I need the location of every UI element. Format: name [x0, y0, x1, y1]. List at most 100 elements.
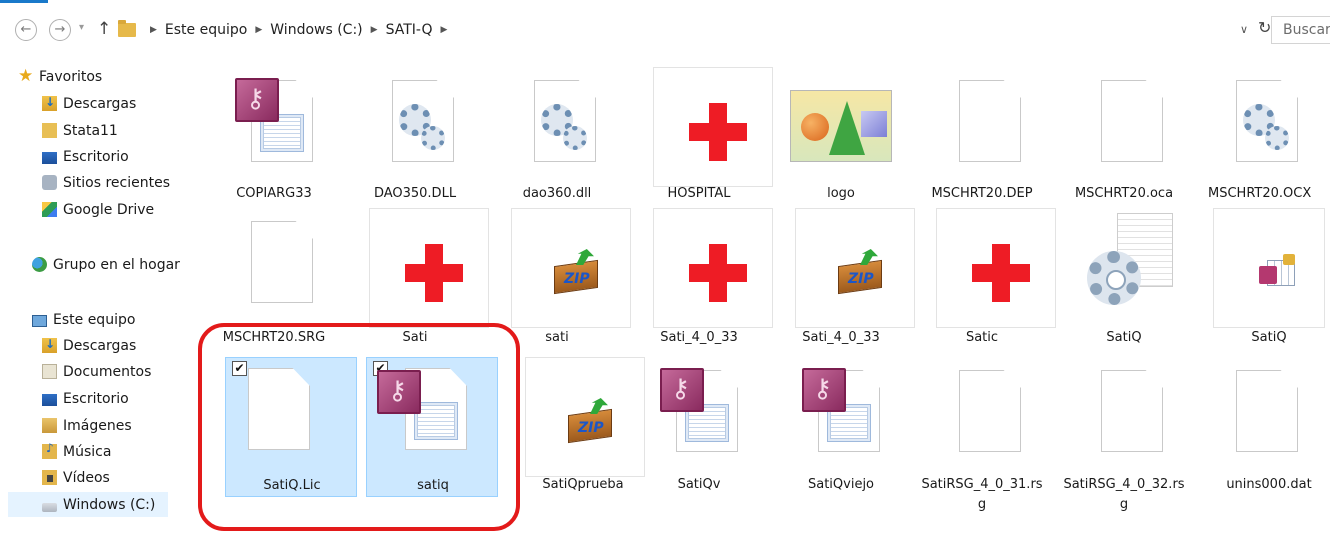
sidebar-item-videos[interactable]: Vídeos: [42, 465, 110, 490]
sidebar-item-windows-c[interactable]: Windows (C:): [8, 492, 168, 517]
blank-file-icon: [959, 370, 1021, 452]
file-item[interactable]: ZIP sati: [486, 203, 631, 345]
ribbon-tab-accent[interactable]: [0, 0, 48, 3]
file-item[interactable]: ⚷ SatiQv: [628, 352, 770, 492]
file-name: Sati_4_0_33: [660, 330, 738, 345]
red-cross-icon: [689, 244, 747, 302]
breadcrumb-item[interactable]: Windows (C:): [270, 22, 362, 38]
file-name: sati: [545, 330, 569, 345]
sidebar-item-descargas-pc[interactable]: Descargas: [42, 333, 136, 358]
file-item[interactable]: SatiQ: [1053, 203, 1195, 345]
thumbnail-frame: ZIP: [525, 357, 645, 477]
cone-shape: [829, 101, 865, 155]
chevron-down-icon[interactable]: ∨: [1240, 23, 1248, 36]
sidebar-item-stata11[interactable]: Stata11: [42, 118, 118, 143]
drive-icon: [42, 503, 57, 512]
refresh-icon[interactable]: ↻: [1258, 18, 1271, 37]
checkbox[interactable]: ✔: [232, 361, 247, 376]
file-name: DAO350.DLL: [373, 186, 457, 201]
blank-file-icon: [1101, 80, 1163, 162]
back-arrow-icon[interactable]: ←: [15, 19, 37, 41]
blank-file-icon: [1101, 370, 1163, 452]
sidebar-item-descargas[interactable]: Descargas: [42, 91, 136, 116]
recent-locations-chevron-icon[interactable]: ▾: [79, 22, 84, 33]
file-item[interactable]: Satic: [911, 203, 1056, 345]
sidebar-item-label: Windows (C:): [63, 496, 156, 513]
sidebar-item-este-equipo[interactable]: Este equipo: [32, 307, 135, 332]
file-name: Satic: [965, 330, 999, 345]
sidebar-item-label: Descargas: [63, 337, 137, 354]
address-bar: ← → ▾ ↑ ▶ Este equipo ▶ Windows (C:) ▶ S…: [0, 14, 1330, 48]
sidebar-item-documentos[interactable]: Documentos: [42, 359, 151, 384]
file-item[interactable]: HOSPITAL: [628, 62, 773, 202]
file-item[interactable]: Sati: [344, 203, 489, 345]
sidebar-item-google-drive[interactable]: Google Drive: [42, 197, 154, 222]
chevron-right-icon[interactable]: ▶: [371, 25, 378, 35]
file-item[interactable]: dao360.dll: [486, 62, 628, 202]
google-drive-icon: [42, 202, 57, 217]
file-name: logo: [827, 186, 855, 201]
red-cross-icon: [689, 103, 747, 161]
file-item[interactable]: MSCHRT20.SRG: [203, 203, 345, 345]
file-item[interactable]: SatiQ: [1188, 203, 1330, 345]
thumbnail-frame: ZIP: [795, 208, 915, 328]
blank-file-icon: [251, 221, 313, 303]
zip-archive-icon: ZIP: [836, 249, 886, 295]
sidebar-item-imagenes[interactable]: Imágenes: [42, 413, 132, 438]
sidebar-item-escritorio[interactable]: Escritorio: [42, 144, 129, 169]
ribbon-strip: [0, 0, 1330, 7]
file-item[interactable]: ⚷ SatiQviejo: [770, 352, 912, 492]
file-name: HOSPITAL: [667, 186, 731, 201]
file-item[interactable]: logo: [770, 62, 912, 202]
videos-folder-icon: [42, 470, 57, 485]
music-folder-icon: [42, 441, 57, 459]
file-item[interactable]: SatiRSG_4_0_31.rs g: [911, 352, 1053, 522]
sidebar-item-label: Grupo en el hogar: [53, 256, 180, 273]
gear-icon: [421, 126, 445, 150]
thumbnail-frame: [1213, 208, 1325, 328]
file-item[interactable]: SatiRSG_4_0_32.rs g: [1053, 352, 1195, 522]
zip-archive-icon: ZIP: [566, 398, 616, 444]
pictures-folder-icon: [42, 418, 57, 433]
file-name: SatiQviejo: [807, 477, 875, 492]
chevron-right-icon[interactable]: ▶: [255, 25, 262, 35]
file-item[interactable]: ✔ SatiQ.Lic: [225, 357, 357, 497]
file-item[interactable]: MSCHRT20.DEP: [911, 62, 1053, 202]
chevron-right-icon[interactable]: ▶: [440, 25, 447, 35]
sidebar-item-sitios-recientes[interactable]: Sitios recientes: [42, 170, 170, 195]
search-input[interactable]: Buscar...: [1271, 16, 1330, 44]
file-item[interactable]: Sati_4_0_33: [628, 203, 773, 345]
file-item[interactable]: MSCHRT20.oca: [1053, 62, 1195, 202]
recent-places-icon: [42, 175, 57, 190]
file-item[interactable]: ZIP Sati_4_0_33: [770, 203, 915, 345]
forward-arrow-icon[interactable]: →: [49, 19, 71, 41]
thumbnail-frame: [936, 208, 1056, 328]
file-item[interactable]: MSCHRT20.OCX: [1188, 62, 1330, 202]
file-item[interactable]: ✔ ⚷ satiq: [366, 357, 498, 497]
file-item[interactable]: ⚷ COPIARG33: [203, 62, 345, 202]
thumbnail-frame: [369, 208, 489, 328]
sidebar-item-favoritos[interactable]: ★ Favoritos: [18, 64, 102, 89]
sidebar-item-musica[interactable]: Música: [42, 439, 111, 464]
access-key-icon: ⚷: [802, 368, 846, 412]
cube-shape: [861, 111, 887, 137]
file-item[interactable]: unins000.dat: [1188, 352, 1330, 492]
gear-icon: [1087, 251, 1141, 305]
sidebar-item-grupo-hogar[interactable]: Grupo en el hogar: [32, 252, 180, 277]
sidebar-item-label: Música: [63, 443, 112, 460]
file-name: COPIARG33: [236, 186, 312, 201]
up-arrow-icon[interactable]: ↑: [97, 19, 111, 39]
computer-icon: [32, 314, 47, 327]
breadcrumb-item[interactable]: SATI-Q: [386, 22, 433, 38]
breadcrumb[interactable]: ▶ Este equipo ▶ Windows (C:) ▶ SATI-Q ▶: [118, 16, 1232, 44]
zip-archive-icon: ZIP: [552, 249, 602, 295]
file-item[interactable]: DAO350.DLL: [344, 62, 486, 202]
sidebar-item-escritorio-pc[interactable]: Escritorio: [42, 386, 129, 411]
chevron-right-icon[interactable]: ▶: [150, 25, 157, 35]
sidebar-item-label: Stata11: [63, 122, 118, 139]
file-name: SatiRSG_4_0_32.rs g: [1063, 477, 1185, 512]
file-name: MSCHRT20.DEP: [931, 186, 1033, 201]
thumbnail-frame: [653, 67, 773, 187]
breadcrumb-item[interactable]: Este equipo: [165, 22, 247, 38]
file-name: SatiRSG_4_0_31.rs g: [921, 477, 1043, 512]
